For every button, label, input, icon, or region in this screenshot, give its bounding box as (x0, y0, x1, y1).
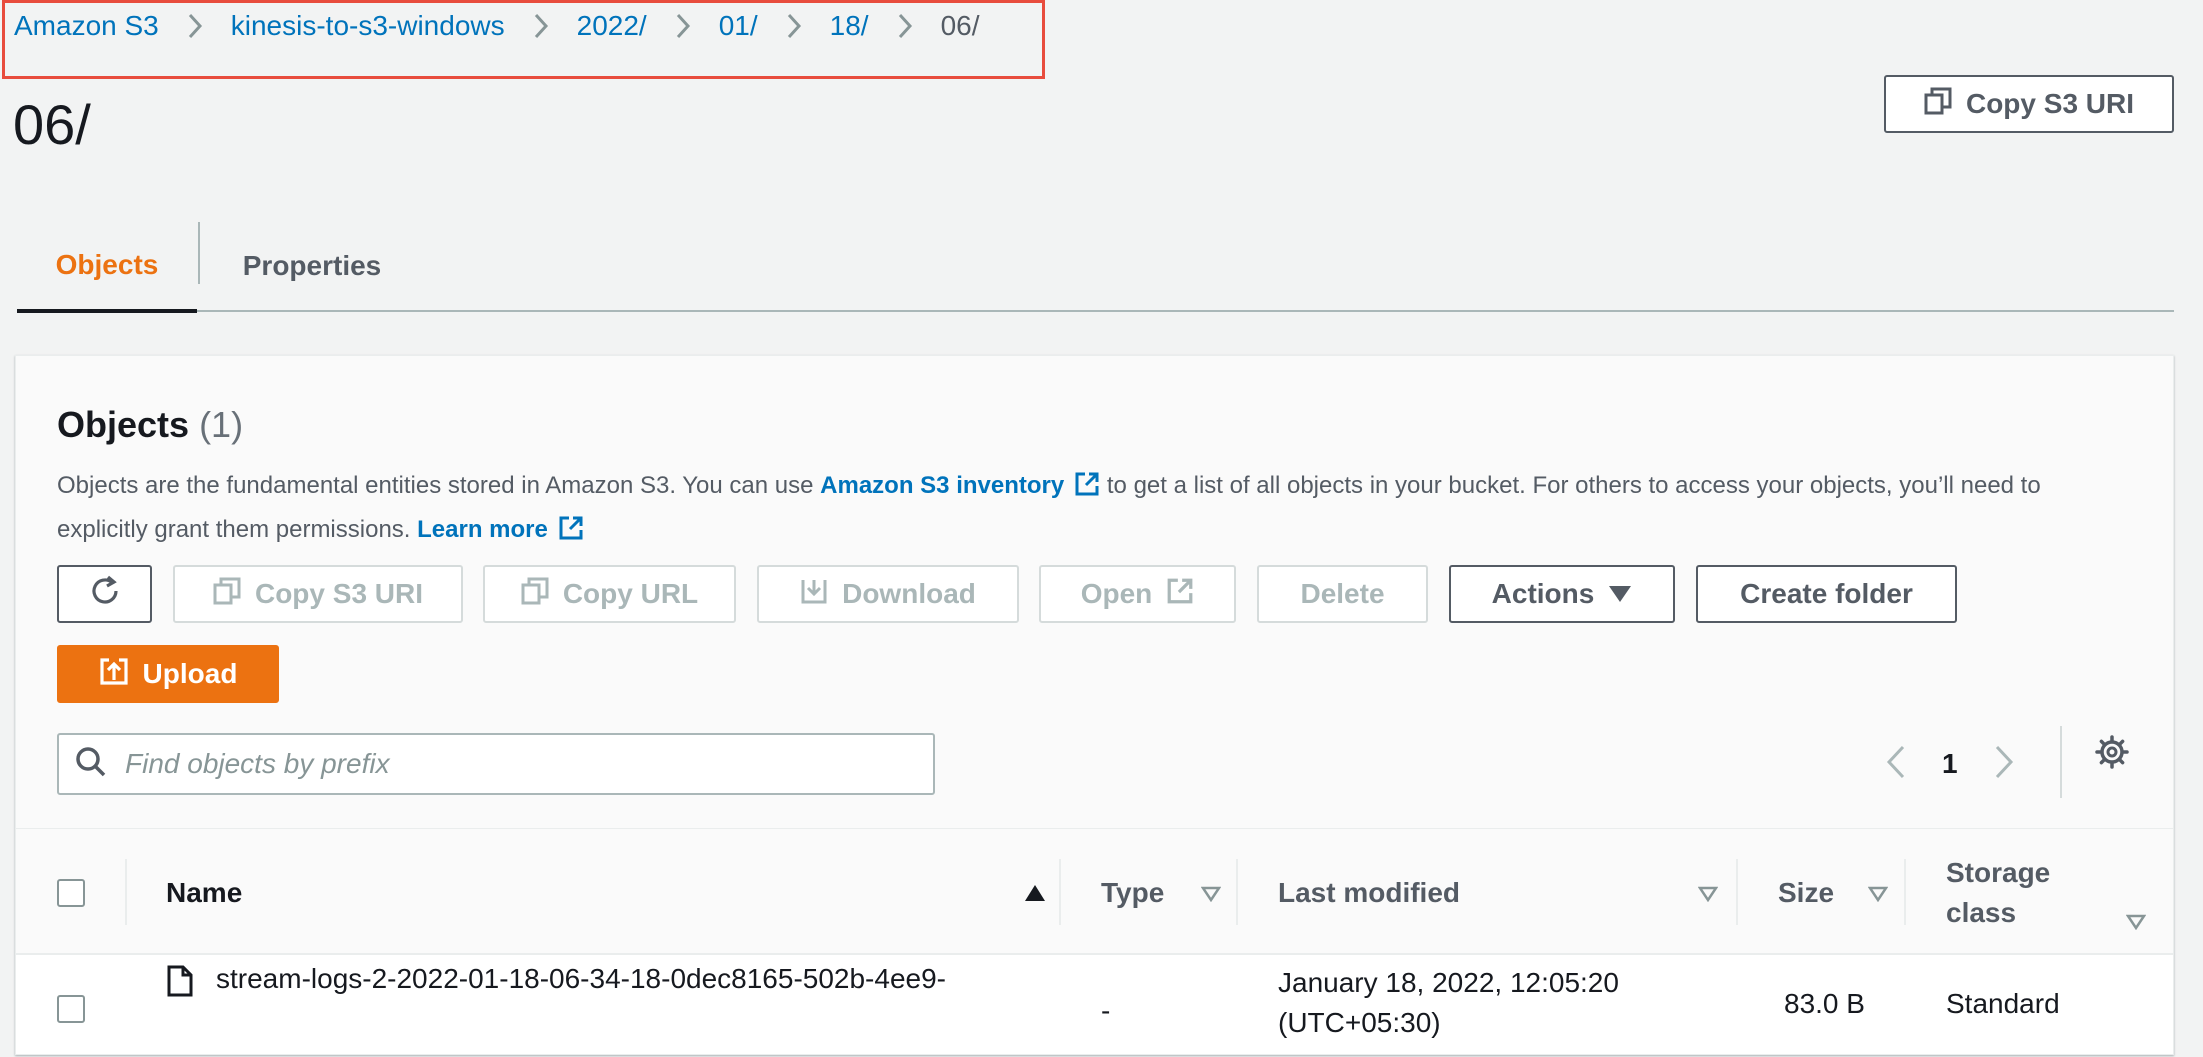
create-folder-label: Create folder (1740, 578, 1913, 609)
chevron-right-icon (533, 13, 549, 39)
column-separator (1904, 859, 1906, 925)
sort-icon (2125, 901, 2147, 941)
copy-url-button[interactable]: Copy URL (483, 565, 736, 623)
copy-s3-uri-button[interactable]: Copy S3 URI (1884, 75, 2174, 133)
desc-text-1: Objects are the fundamental entities sto… (57, 472, 821, 499)
external-link-icon (1074, 470, 1100, 510)
chevron-right-icon (675, 13, 691, 39)
breadcrumb-item-amazon-s3[interactable]: Amazon S3 (14, 10, 159, 42)
gear-icon[interactable] (2094, 734, 2130, 775)
upload-button[interactable]: Upload (57, 645, 279, 703)
search-input[interactable] (125, 748, 905, 780)
objects-description: Objects are the fundamental entities sto… (57, 466, 2137, 554)
external-link-icon (1166, 577, 1194, 612)
copy-icon (1924, 87, 1952, 122)
tab-objects[interactable]: Objects (17, 220, 197, 313)
objects-panel: Objects (1) Objects are the fundamental … (15, 355, 2174, 1055)
create-folder-button[interactable]: Create folder (1696, 565, 1957, 623)
column-header-storage-class[interactable]: Storage class (1946, 829, 2147, 956)
refresh-icon (88, 574, 122, 615)
upload-label: Upload (142, 658, 238, 689)
sort-icon (1697, 877, 1719, 909)
column-header-size[interactable]: Size (1778, 829, 1889, 956)
download-label: Download (842, 578, 976, 609)
download-icon (800, 577, 828, 612)
refresh-button[interactable] (57, 565, 152, 623)
search-box (57, 733, 935, 795)
chevron-right-icon (786, 13, 802, 39)
pager-divider (2060, 726, 2062, 798)
next-page-icon[interactable] (1994, 745, 2014, 784)
column-separator (125, 859, 127, 925)
page-number[interactable]: 1 (1942, 748, 1958, 780)
column-size-label: Size (1778, 876, 1835, 908)
open-button[interactable]: Open (1039, 565, 1236, 623)
copy-s3-uri-label: Copy S3 URI (1965, 88, 2135, 119)
breadcrumb-item-01[interactable]: 01/ (719, 10, 758, 42)
table-row: stream-logs-2-2022-01-18-06-34-18-0dec81… (16, 955, 2173, 1055)
chevron-right-icon (897, 13, 913, 39)
storage-class-label-line2: class (1946, 896, 2017, 928)
storage-class-label-line1: Storage (1946, 856, 2051, 888)
open-label: Open (1080, 578, 1153, 609)
upload-icon (99, 656, 129, 693)
row-checkbox[interactable] (57, 995, 85, 1023)
caret-down-icon (1608, 578, 1632, 610)
inventory-link-label: Amazon S3 inventory (820, 472, 1065, 499)
last-modified-line2: (UTC+05:30) (1278, 1007, 1441, 1038)
download-button[interactable]: Download (757, 565, 1019, 623)
page-title: 06/ (13, 93, 91, 156)
column-separator (1736, 859, 1738, 925)
objects-title-text: Objects (57, 404, 190, 445)
copy-s3-uri-toolbar-label: Copy S3 URI (254, 578, 424, 609)
column-name-label: Name (166, 876, 243, 908)
breadcrumb: Amazon S3 kinesis-to-s3-windows 2022/ 01… (14, 6, 980, 46)
learn-more-label: Learn more (417, 516, 548, 543)
object-name-link[interactable]: stream-logs-2-2022-01-18-06-34-18-0dec81… (216, 963, 946, 995)
select-all-checkbox[interactable] (57, 878, 85, 907)
breadcrumb-item-18[interactable]: 18/ (830, 10, 869, 42)
column-header-type[interactable]: Type (1101, 829, 1222, 956)
column-separator (1236, 859, 1238, 925)
tab-properties[interactable]: Properties (197, 220, 427, 312)
tabs: Objects Properties (17, 220, 2174, 313)
column-last-modified-label: Last modified (1278, 876, 1461, 908)
search-icon (75, 746, 107, 783)
copy-icon (213, 577, 241, 612)
external-link-icon (558, 514, 584, 554)
column-separator (1059, 859, 1061, 925)
column-header-name[interactable]: Name (166, 829, 1076, 956)
sort-icon (1867, 877, 1889, 909)
copy-s3-uri-toolbar-button[interactable]: Copy S3 URI (173, 565, 463, 623)
delete-button[interactable]: Delete (1257, 565, 1428, 623)
column-header-last-modified[interactable]: Last modified (1278, 829, 1719, 956)
breadcrumb-item-current: 06/ (940, 10, 980, 41)
last-modified-line1: January 18, 2022, 12:05:20 (1278, 967, 1619, 998)
objects-panel-title: Objects (1) (57, 404, 243, 446)
objects-count: (1) (199, 404, 244, 445)
column-storage-class-label: Storage class (1946, 853, 2050, 933)
previous-page-icon[interactable] (1886, 745, 1906, 784)
breadcrumb-item-bucket[interactable]: kinesis-to-s3-windows (231, 10, 505, 42)
table-header: Name Type Last modified Size Storage cla… (16, 828, 2173, 955)
inventory-link[interactable]: Amazon S3 inventory (820, 472, 1100, 499)
actions-label: Actions (1491, 578, 1595, 609)
sort-icon (1200, 877, 1222, 909)
copy-url-label: Copy URL (562, 578, 699, 609)
column-type-label: Type (1101, 876, 1165, 908)
breadcrumb-item-2022[interactable]: 2022/ (577, 10, 647, 42)
learn-more-link[interactable]: Learn more (417, 516, 584, 543)
sort-ascending-icon (1024, 877, 1046, 909)
select-all-checkbox-cell (57, 829, 85, 956)
actions-dropdown-button[interactable]: Actions (1449, 565, 1675, 623)
object-storage-class: Standard (1946, 988, 2060, 1019)
copy-icon (521, 577, 549, 612)
delete-label: Delete (1300, 578, 1385, 609)
chevron-right-icon (187, 13, 203, 39)
object-last-modified: January 18, 2022, 12:05:20 (UTC+05:30) (1278, 963, 1619, 1043)
object-size: 83.0 B (1784, 988, 1865, 1019)
pagination: 1 (1886, 736, 2014, 792)
object-type: - (1101, 995, 1111, 1026)
file-icon (166, 965, 194, 1002)
